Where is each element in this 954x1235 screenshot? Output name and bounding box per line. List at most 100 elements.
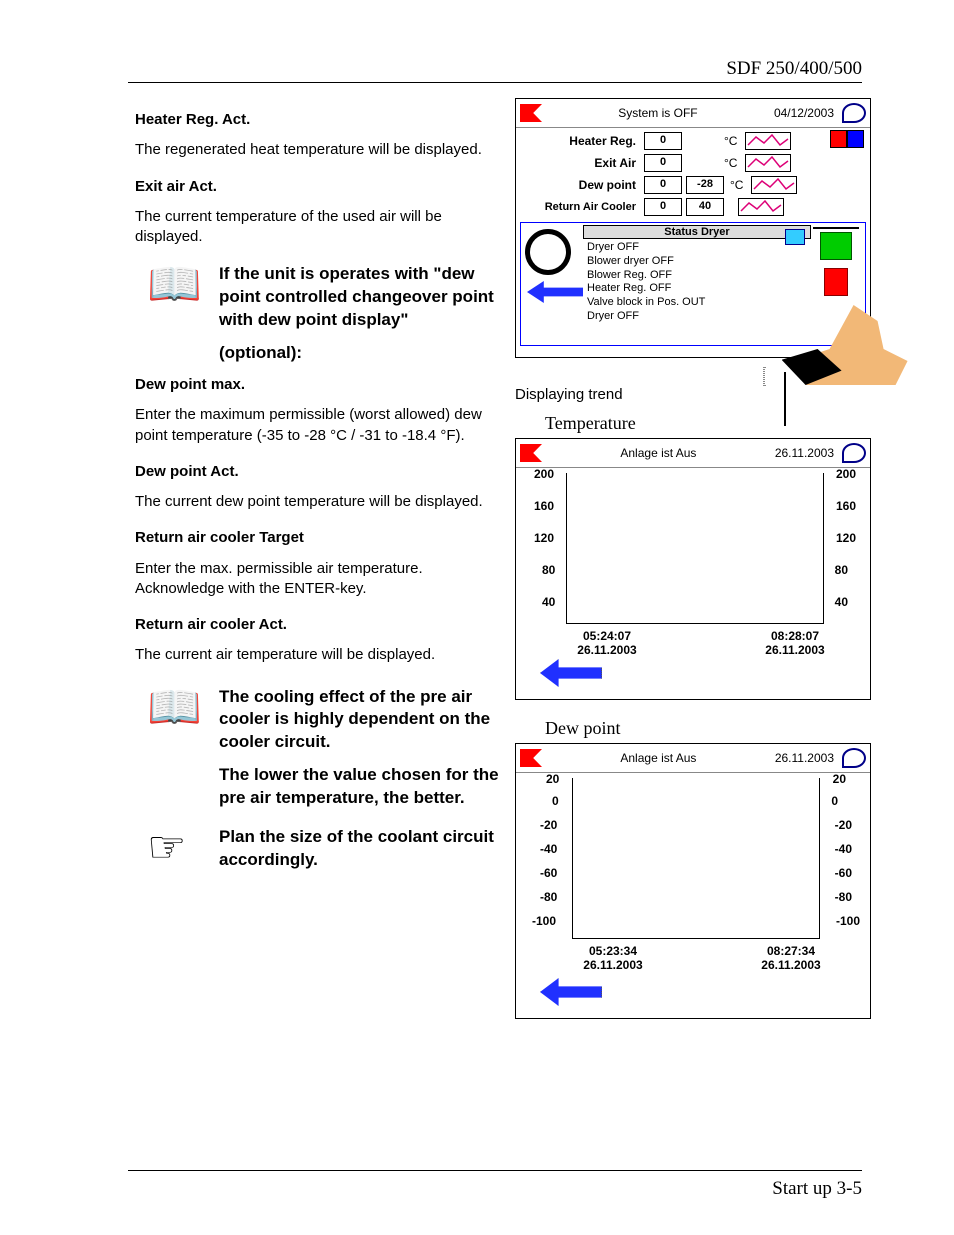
lbl-exit-air: Exit Air <box>516 156 642 170</box>
ytick: 80 <box>542 563 555 577</box>
back-button[interactable] <box>527 281 583 303</box>
unit-exit-air: °C <box>724 156 737 170</box>
para-return-act: The current air temperature will be disp… <box>135 645 503 665</box>
status-line: Dryer OFF <box>587 241 811 255</box>
trend-caption: Displaying trend <box>515 386 623 403</box>
trend-button-heater[interactable] <box>745 132 791 150</box>
para-dewpoint-max: Enter the maximum permissible (worst all… <box>135 405 503 446</box>
chart2-date: 26.11.2003 <box>775 751 834 765</box>
pointing-hand-icon: ☞ <box>147 826 186 870</box>
ytick-r: 200 <box>836 467 856 481</box>
ytick-r: 160 <box>836 499 856 513</box>
val-heater-reg[interactable]: 0 <box>644 132 682 150</box>
status-line: Blower Reg. OFF <box>587 269 811 283</box>
para-heater-reg: The regenerated heat temperature will be… <box>135 140 503 160</box>
heading-return-target: Return air cooler Target <box>135 528 503 548</box>
note3-line: Plan the size of the coolant circuit acc… <box>219 826 503 872</box>
ytick: 40 <box>542 595 555 609</box>
clock-icon[interactable] <box>525 229 571 275</box>
flag-icon[interactable] <box>520 444 542 462</box>
ytick-r: -80 <box>835 890 852 904</box>
row-heater-reg: Heater Reg. 0 °C <box>516 130 870 152</box>
xtick: 08:27:34 26.11.2003 <box>736 944 846 972</box>
row-return-air: Return Air Cooler 0 40 <box>516 196 870 218</box>
flag-icon[interactable] <box>520 104 542 122</box>
note2-line1: The cooling effect of the pre air cooler… <box>219 686 503 755</box>
note-plan-coolant: ☞ Plan the size of the coolant circuit a… <box>135 826 503 872</box>
lbl-return-air: Return Air Cooler <box>516 201 642 213</box>
book-icon: 📖 <box>147 263 202 307</box>
status-line: Dryer OFF <box>587 310 811 324</box>
ytick: -100 <box>532 914 556 928</box>
status-line: Heater Reg. OFF <box>587 282 811 296</box>
status-title: Status Dryer <box>583 225 811 239</box>
doc-footer: Start up 3-5 <box>772 1178 862 1200</box>
ytick-r: -20 <box>835 818 852 832</box>
trend-button-dew[interactable] <box>751 176 797 194</box>
ytick: 20 <box>546 772 559 786</box>
chart2-status: Anlage ist Aus <box>542 751 775 765</box>
heading-heater-reg: Heater Reg. Act. <box>135 110 503 130</box>
left-column: Heater Reg. Act. The regenerated heat te… <box>135 110 503 882</box>
heading-dewpoint-act: Dew point Act. <box>135 462 503 482</box>
row-dew-point: Dew point 0 -28 °C <box>516 174 870 196</box>
logo-icon <box>842 443 866 463</box>
rule-top <box>128 82 862 83</box>
para-dewpoint-act: The current dew point temperature will b… <box>135 492 503 512</box>
ytick-r: -100 <box>836 914 860 928</box>
lbl-heater-reg: Heater Reg. <box>516 134 642 148</box>
xtick: 05:24:07 26.11.2003 <box>552 629 662 657</box>
hmi-status: System is OFF <box>542 106 774 120</box>
flag-icon[interactable] <box>520 749 542 767</box>
val-exit-air[interactable]: 0 <box>644 154 682 172</box>
chart2-plot <box>572 778 820 939</box>
logo-icon <box>842 748 866 768</box>
touch-illustration <box>763 367 765 386</box>
trend-demo: Displaying trend <box>515 368 871 403</box>
val-return-act[interactable]: 0 <box>644 198 682 216</box>
ytick-r: 0 <box>831 794 838 808</box>
ytick: -20 <box>540 818 557 832</box>
val-dew-act[interactable]: 0 <box>644 176 682 194</box>
ytick-r: -40 <box>835 842 852 856</box>
mini-chart <box>784 372 786 426</box>
chart1-status: Anlage ist Aus <box>542 446 775 460</box>
heading-dewpoint-max: Dew point max. <box>135 375 503 395</box>
chart1-title: Temperature <box>545 413 871 434</box>
ytick-r: 120 <box>836 531 856 545</box>
status-dryer-box: Status Dryer Dryer OFF Blower dryer OFF … <box>520 222 866 346</box>
unit-heater-reg: °C <box>724 134 737 148</box>
logo-icon <box>842 103 866 123</box>
back-button[interactable] <box>540 978 602 1006</box>
ytick: -60 <box>540 866 557 880</box>
status-lines: Dryer OFF Blower dryer OFF Blower Reg. O… <box>583 241 811 324</box>
chart2-title: Dew point <box>545 718 871 739</box>
ytick: 200 <box>534 467 554 481</box>
note-dewpoint-option: 📖 If the unit is operates with "dew poin… <box>135 263 503 365</box>
note2-line2: The lower the value chosen for the pre a… <box>219 764 503 810</box>
xtick: 08:28:07 26.11.2003 <box>740 629 850 657</box>
status-line: Blower dryer OFF <box>587 255 811 269</box>
chart1-date: 26.11.2003 <box>775 446 834 460</box>
trend-button-return[interactable] <box>738 198 784 216</box>
ytick: -80 <box>540 890 557 904</box>
alarm-light[interactable] <box>830 130 864 148</box>
rule-bottom <box>128 1170 862 1171</box>
val-dew-tgt[interactable]: -28 <box>686 176 724 194</box>
ytick-r: -60 <box>835 866 852 880</box>
hmi-topbar: System is OFF 04/12/2003 <box>516 99 870 128</box>
xtick: 05:23:34 26.11.2003 <box>558 944 668 972</box>
hmi-date: 04/12/2003 <box>774 106 834 120</box>
dryer-diagram <box>813 227 859 229</box>
right-column: System is OFF 04/12/2003 Heater Reg. 0 °… <box>515 98 871 1019</box>
val-return-tgt[interactable]: 40 <box>686 198 724 216</box>
chart2-topbar: Anlage ist Aus 26.11.2003 <box>516 744 870 773</box>
heading-exit-air: Exit air Act. <box>135 177 503 197</box>
trend-button-exit[interactable] <box>745 154 791 172</box>
hmi-panel: System is OFF 04/12/2003 Heater Reg. 0 °… <box>515 98 871 358</box>
para-return-target: Enter the max. permissible air temperatu… <box>135 559 503 600</box>
save-icon[interactable] <box>785 229 805 245</box>
back-button[interactable] <box>540 659 602 687</box>
heading-return-act: Return air cooler Act. <box>135 615 503 635</box>
note1-line2: (optional): <box>219 342 503 365</box>
